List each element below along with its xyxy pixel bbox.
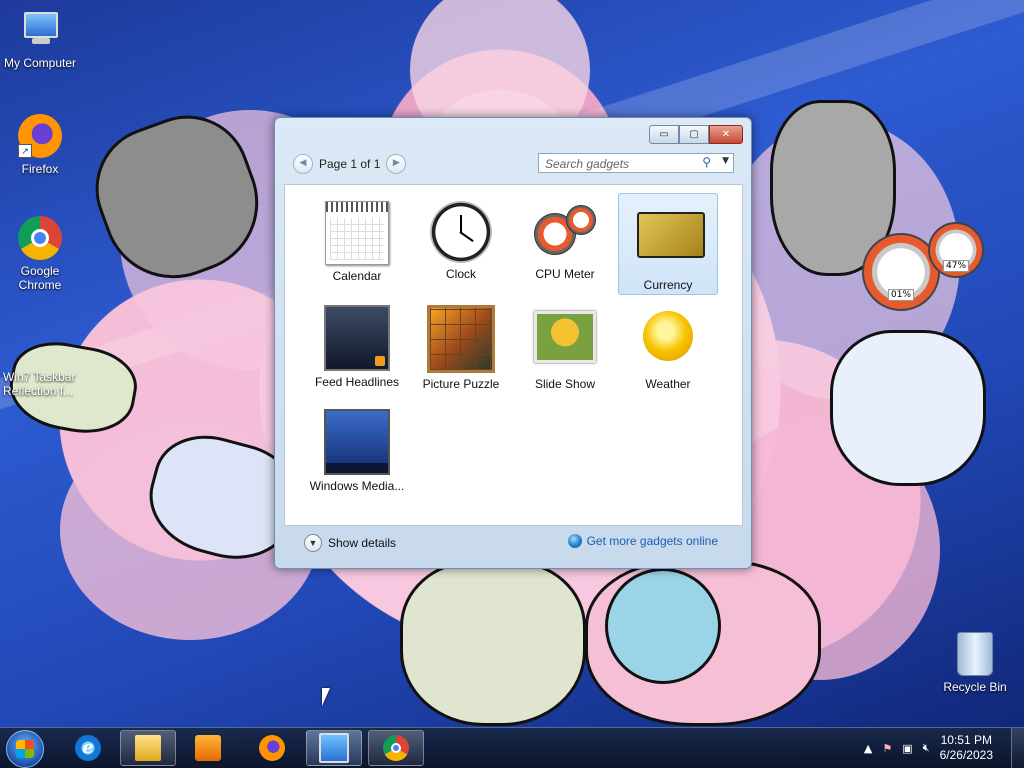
wallpaper-character	[830, 330, 986, 486]
firefox-icon: ↗	[18, 114, 62, 158]
weather-icon	[637, 311, 699, 373]
action-center-icon[interactable]: ⚑	[882, 742, 892, 755]
gadget-feed-headlines[interactable]: Feed Headlines	[307, 297, 407, 399]
firefox-icon	[259, 735, 285, 761]
wallpaper-character-face	[605, 568, 721, 684]
computer-icon	[18, 8, 62, 52]
taskbar-google-chrome[interactable]	[368, 730, 424, 766]
gadget-label: Slide Show	[534, 377, 596, 391]
cpu-meter-value: 01%	[887, 289, 915, 301]
clock-time: 10:51 PM	[940, 733, 992, 747]
shortcut-arrow-icon: ↗	[18, 144, 32, 158]
desktop-icon-label: Google Chrome	[18, 264, 62, 292]
taskbar-firefox[interactable]	[244, 730, 300, 766]
gadget-label: Feed Headlines	[314, 375, 400, 389]
cpu-meter-icon	[534, 201, 596, 263]
slideshow-icon	[534, 311, 596, 373]
close-button[interactable]: ✕	[709, 125, 743, 144]
puzzle-icon	[427, 305, 495, 373]
show-details-toggle[interactable]: ▼ Show details	[304, 534, 396, 552]
clock[interactable]: 10:51 PM 6/26/2023	[940, 733, 993, 763]
gallery-footer: ▼ Show details Get more gadgets online	[284, 530, 741, 558]
taskbar-internet-explorer[interactable]: e	[60, 730, 116, 766]
gadget-currency[interactable]: Currency	[618, 193, 718, 295]
chrome-icon	[18, 216, 62, 260]
gadget-label: Picture Puzzle	[422, 377, 500, 391]
gadget-label: Calendar	[332, 269, 382, 283]
feed-icon	[324, 305, 390, 371]
gadget-gallery-window: ▭ ▢ ✕ ◀ Page 1 of 1 ▶ ⚲ ▼ Calendar Clock…	[274, 117, 752, 569]
page-label: Page 1 of 1	[319, 157, 381, 171]
desktop-icon-win7-taskbar-reflection[interactable]: Win7 Taskbar Reflection f...	[0, 370, 80, 398]
folder-icon	[135, 735, 161, 761]
next-page-button[interactable]: ▶	[386, 154, 407, 174]
chrome-icon	[383, 735, 409, 761]
ie-icon: e	[75, 735, 101, 761]
gadget-list: Calendar Clock CPU Meter Currency Feed H…	[284, 184, 743, 526]
gadgets-icon	[319, 733, 349, 763]
start-button[interactable]	[6, 730, 44, 768]
desktop-icon-google-chrome[interactable]: Google Chrome	[0, 216, 80, 292]
get-more-gadgets-label: Get more gadgets online	[586, 534, 718, 548]
desktop-icon-label: Recycle Bin	[943, 680, 1007, 694]
currency-icon	[637, 212, 705, 274]
chevron-down-icon[interactable]: ▼	[722, 156, 729, 166]
volume-muted-icon[interactable]: 🔇︎	[923, 741, 930, 755]
desktop-icon-label: My Computer	[3, 56, 77, 70]
previous-page-button[interactable]: ◀	[293, 154, 313, 174]
taskbar-media-player[interactable]	[180, 730, 236, 766]
desktop-icon-firefox[interactable]: ↗ Firefox	[0, 114, 80, 176]
show-desktop-button[interactable]	[1011, 728, 1024, 768]
gadget-label: CPU Meter	[535, 267, 595, 281]
gadget-picture-puzzle[interactable]: Picture Puzzle	[411, 297, 511, 399]
gadget-label: Windows Media...	[309, 479, 405, 493]
memory-meter-value: 47%	[942, 260, 970, 272]
search-input[interactable]	[543, 155, 697, 173]
system-tray: ▲ ⚑ ▣ 🔇︎ 10:51 PM 6/26/2023	[864, 728, 1024, 768]
taskbar-windows-explorer[interactable]	[120, 730, 176, 766]
media-player-icon	[195, 735, 221, 761]
wallpaper-character	[400, 560, 586, 726]
window-controls: ▭ ▢ ✕	[649, 125, 743, 144]
gadget-label: Currency	[643, 278, 693, 292]
gadget-clock[interactable]: Clock	[411, 193, 511, 295]
globe-icon	[567, 534, 582, 548]
taskbar-desktop-gadgets[interactable]	[306, 730, 362, 766]
gadget-windows-media-center[interactable]: Windows Media...	[307, 401, 407, 503]
clock-date: 6/26/2023	[939, 748, 993, 762]
minimize-button[interactable]: ▭	[649, 125, 679, 144]
network-icon[interactable]: ▣	[902, 742, 912, 755]
gadget-weather[interactable]: Weather	[618, 297, 718, 399]
show-details-label: Show details	[328, 536, 397, 550]
clock-icon	[430, 201, 492, 263]
gallery-toolbar: ◀ Page 1 of 1 ▶ ⚲ ▼	[284, 151, 741, 177]
restore-button[interactable]: ▢	[679, 125, 709, 144]
pager: ◀ Page 1 of 1 ▶	[293, 154, 407, 174]
desktop-icon-label: Firefox	[21, 162, 59, 176]
gadget-slide-show[interactable]: Slide Show	[515, 297, 615, 399]
recycle-bin-icon	[957, 632, 993, 676]
search-icon[interactable]: ⚲	[702, 155, 711, 169]
mouse-pointer	[322, 688, 330, 706]
gadget-cpu-meter[interactable]: CPU Meter	[515, 193, 615, 295]
gadget-calendar[interactable]: Calendar	[307, 193, 407, 295]
desktop-icon-my-computer[interactable]: My Computer	[0, 8, 80, 70]
calendar-icon	[325, 201, 389, 265]
search-box: ⚲ ▼	[538, 153, 734, 173]
chevron-down-icon: ▼	[304, 534, 322, 552]
get-more-gadgets-link[interactable]: Get more gadgets online	[567, 534, 718, 548]
desktop-icon-recycle-bin[interactable]: Recycle Bin	[935, 632, 1015, 694]
taskbar: e ▲ ⚑ ▣ 🔇︎ 10:51 PM 6/26/2023	[0, 727, 1024, 768]
gadget-label: Weather	[645, 377, 691, 391]
media-center-icon	[324, 409, 390, 475]
windows-logo-icon	[16, 740, 34, 758]
desktop-icon-label: Win7 Taskbar Reflection f...	[3, 370, 76, 398]
memory-meter-gadget[interactable]: 47%	[928, 222, 984, 278]
gadget-label: Clock	[445, 267, 476, 281]
show-hidden-icons-icon[interactable]: ▲	[864, 742, 872, 755]
